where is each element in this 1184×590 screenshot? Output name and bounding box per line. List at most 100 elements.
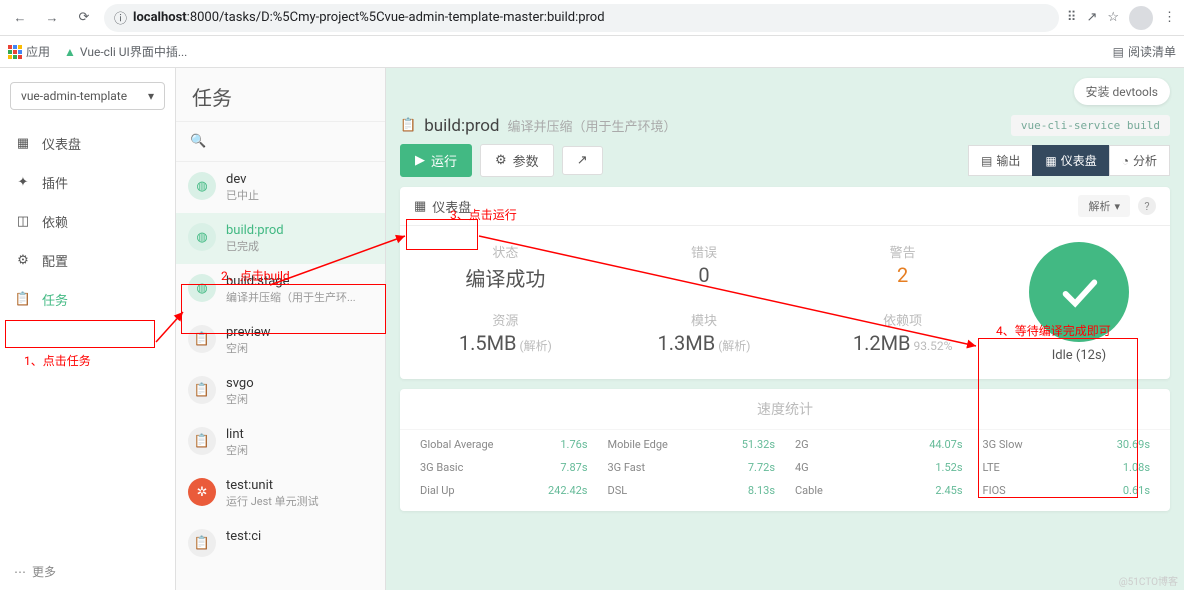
more-button[interactable]: ⋯ 更多 bbox=[0, 553, 175, 590]
task-item-svgo[interactable]: 📋svgo空闲 bbox=[176, 366, 385, 417]
terminal-icon: ▤ bbox=[981, 154, 992, 168]
url-bar[interactable]: ⓘ localhost:8000/tasks/D:%5Cmy-project%5… bbox=[104, 4, 1059, 32]
task-name: svgo bbox=[226, 376, 254, 391]
open-external-button[interactable]: ↗ bbox=[562, 146, 603, 175]
sidebar-item-plugins[interactable]: ✦ 插件 bbox=[0, 163, 175, 202]
task-icon: ◍ bbox=[188, 274, 216, 302]
task-subtitle: 空闲 bbox=[226, 340, 271, 356]
task-search-row: 🔍 ⟳ bbox=[176, 122, 385, 162]
grid-icon: ▦ bbox=[414, 199, 426, 214]
translate-icon[interactable]: ⠿ bbox=[1067, 10, 1077, 25]
task-name: lint bbox=[226, 427, 248, 442]
stats-grid: 状态 编译成功 错误 0 警告 2 资源 1.5MB(解析) bbox=[416, 242, 992, 363]
speed-row: Cable2.45s bbox=[795, 484, 963, 497]
speed-value: 51.32s bbox=[742, 438, 775, 451]
stat-modules: 模块 1.3MB(解析) bbox=[615, 310, 794, 363]
speed-row: FIOS0.61s bbox=[983, 484, 1151, 497]
sidebar-item-dependencies[interactable]: ◫ 依赖 bbox=[0, 202, 175, 241]
nav-label: 插件 bbox=[42, 173, 68, 192]
vuecli-bookmark[interactable]: ▲ Vue-cli UI界面中插... bbox=[64, 43, 187, 60]
speed-row: 3G Basic7.87s bbox=[420, 461, 588, 474]
task-item-dev[interactable]: ◍ dev已中止 bbox=[176, 162, 385, 213]
speed-row: 3G Slow30.69s bbox=[983, 438, 1151, 451]
share-icon[interactable]: ↗ bbox=[1086, 10, 1097, 25]
run-label: 运行 bbox=[431, 151, 457, 170]
speed-value: 242.42s bbox=[548, 484, 588, 497]
speed-row: 3G Fast7.72s bbox=[608, 461, 776, 474]
sidebar-item-dashboard[interactable]: ▦ 仪表盘 bbox=[0, 124, 175, 163]
reading-list[interactable]: ▤ 阅读清单 bbox=[1113, 43, 1176, 60]
analyze-tab[interactable]: ◔分析 bbox=[1109, 145, 1170, 176]
stat-label: 状态 bbox=[416, 242, 595, 261]
task-subtitle: 运行 Jest 单元测试 bbox=[226, 493, 319, 509]
back-button[interactable]: ← bbox=[8, 6, 32, 30]
task-item-test-unit[interactable]: ✲test:unit运行 Jest 单元测试 bbox=[176, 468, 385, 519]
profile-avatar[interactable] bbox=[1129, 6, 1153, 30]
apps-bookmark[interactable]: 应用 bbox=[8, 43, 50, 60]
reload-button[interactable]: ⟳ bbox=[72, 6, 96, 30]
search-icon: 🔍 bbox=[186, 134, 210, 149]
idle-text: Idle (12s) bbox=[1052, 348, 1106, 363]
stat-warnings: 警告 2 bbox=[813, 242, 992, 300]
help-button[interactable]: ? bbox=[1138, 197, 1156, 215]
speed-value: 1.52s bbox=[935, 461, 962, 474]
package-icon: ◫ bbox=[14, 213, 32, 231]
stat-value: 2 bbox=[813, 263, 992, 287]
task-search-input[interactable] bbox=[210, 128, 388, 155]
task-icon: ◍ bbox=[188, 172, 216, 200]
task-item-build-prod[interactable]: ◍build:prod已完成 bbox=[176, 213, 385, 264]
speed-row: Mobile Edge51.32s bbox=[608, 438, 776, 451]
forward-button[interactable]: → bbox=[40, 6, 64, 30]
nav-label: 配置 bbox=[42, 251, 68, 270]
install-devtools-button[interactable]: 安装 devtools bbox=[1074, 78, 1170, 105]
nav-label: 依赖 bbox=[42, 212, 68, 231]
speed-name: Dial Up bbox=[420, 484, 455, 497]
task-name: dev bbox=[226, 172, 259, 187]
stat-label: 依赖项 bbox=[813, 310, 992, 329]
sidebar-item-tasks[interactable]: 📋 任务 bbox=[0, 280, 175, 319]
speed-name: 2G bbox=[795, 438, 809, 451]
stat-label: 警告 bbox=[813, 242, 992, 261]
star-icon[interactable]: ☆ bbox=[1107, 10, 1119, 25]
speed-value: 8.13s bbox=[748, 484, 775, 497]
output-tab[interactable]: ▤输出 bbox=[968, 145, 1033, 176]
speed-value: 1.08s bbox=[1123, 461, 1150, 474]
task-item-lint[interactable]: 📋lint空闲 bbox=[176, 417, 385, 468]
speed-row: 2G44.07s bbox=[795, 438, 963, 451]
more-icon: ⋯ bbox=[14, 565, 26, 579]
task-name: build:stage bbox=[226, 274, 356, 289]
nav-label: 仪表盘 bbox=[42, 134, 81, 153]
task-item-build-stage[interactable]: ◍build:stage编译并压缩（用于生产环... bbox=[176, 264, 385, 315]
stat-note: (解析) bbox=[718, 339, 750, 353]
view-toggle: ▤输出 ▦仪表盘 ◔分析 bbox=[969, 145, 1170, 176]
speed-grid: Global Average1.76sMobile Edge51.32s2G44… bbox=[400, 430, 1170, 511]
speed-name: Global Average bbox=[420, 438, 494, 451]
parse-select[interactable]: 解析 ▾ bbox=[1078, 195, 1130, 217]
app-root: vue-admin-template ▾ ▦ 仪表盘 ✦ 插件 ◫ 依赖 ⚙ 配… bbox=[0, 68, 1184, 590]
menu-icon[interactable]: ⋮ bbox=[1163, 10, 1176, 25]
sidebar: vue-admin-template ▾ ▦ 仪表盘 ✦ 插件 ◫ 依赖 ⚙ 配… bbox=[0, 68, 176, 590]
external-icon: ↗ bbox=[577, 153, 588, 168]
project-selector[interactable]: vue-admin-template ▾ bbox=[10, 82, 165, 110]
stat-value: 0 bbox=[615, 263, 794, 287]
stat-deps: 依赖项 1.2MB93.52% bbox=[813, 310, 992, 363]
speed-name: FIOS bbox=[983, 484, 1006, 497]
task-name: test:ci bbox=[226, 529, 261, 544]
task-subtitle: 已中止 bbox=[226, 187, 259, 203]
params-button[interactable]: ⚙ 参数 bbox=[480, 144, 554, 177]
stat-label: 资源 bbox=[416, 310, 595, 329]
chevron-down-icon: ▾ bbox=[148, 89, 154, 103]
task-item-test-ci[interactable]: 📋 test:ci bbox=[176, 519, 385, 567]
task-icon: 📋 bbox=[188, 529, 216, 557]
speed-value: 7.72s bbox=[748, 461, 775, 474]
play-icon: ▶ bbox=[415, 153, 425, 168]
task-item-preview[interactable]: 📋preview空闲 bbox=[176, 315, 385, 366]
command-badge: vue-cli-service build bbox=[1011, 115, 1170, 136]
task-subtitle: 空闲 bbox=[226, 391, 254, 407]
dashboard-tab[interactable]: ▦仪表盘 bbox=[1032, 145, 1109, 176]
main-content: 安装 devtools 📋 build:prod 编译并压缩（用于生产环境） v… bbox=[386, 68, 1184, 590]
sidebar-item-config[interactable]: ⚙ 配置 bbox=[0, 241, 175, 280]
run-button[interactable]: ▶ 运行 bbox=[400, 144, 472, 177]
speed-name: 3G Slow bbox=[983, 438, 1023, 451]
gear-icon: ⚙ bbox=[14, 252, 32, 270]
